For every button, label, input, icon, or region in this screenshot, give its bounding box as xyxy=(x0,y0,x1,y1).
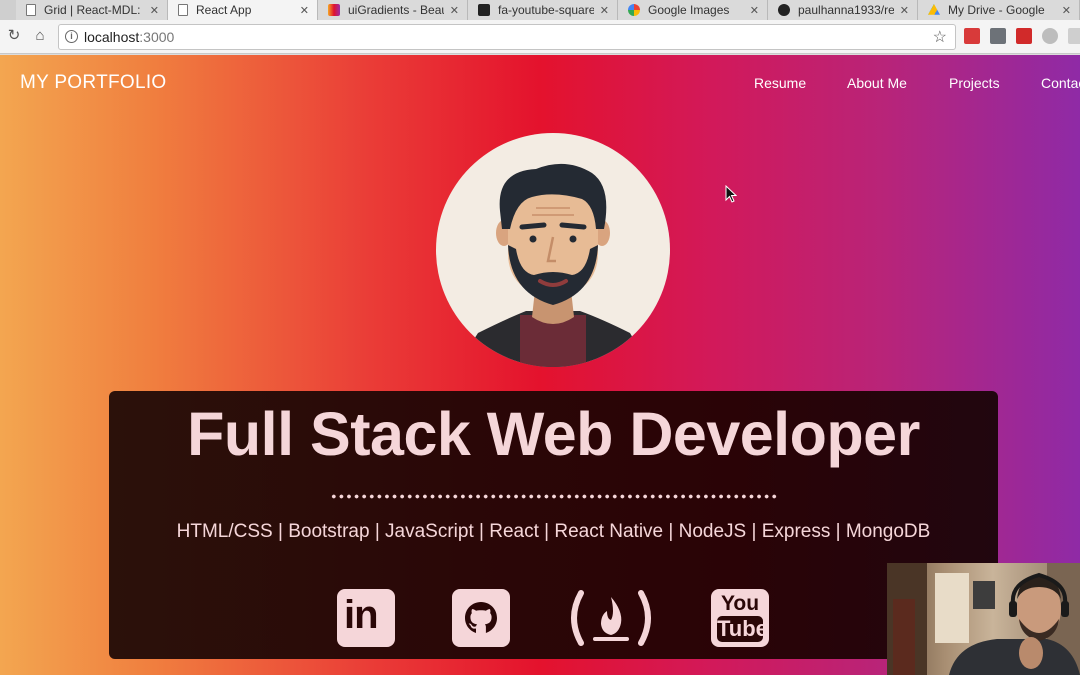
linkedin-icon: in xyxy=(337,589,395,647)
avatar xyxy=(436,133,670,367)
browser-tab-uigradients[interactable]: uiGradients - Beau ✕ xyxy=(318,0,468,20)
browser-tab-fa-youtube[interactable]: fa-youtube-square ✕ xyxy=(468,0,618,20)
tab-title: React App xyxy=(196,3,252,17)
reload-icon[interactable]: ↻ xyxy=(5,27,23,45)
browser-tab-strip: Grid | React-MDL: ✕ React App ✕ uiGradie… xyxy=(0,0,1080,20)
skills-list: HTML/CSS | Bootstrap | JavaScript | Reac… xyxy=(176,521,931,542)
close-tab-icon[interactable]: ✕ xyxy=(600,4,609,17)
tab-title: fa-youtube-square xyxy=(498,3,594,17)
browser-tab-my-drive[interactable]: My Drive - Google ✕ xyxy=(918,0,1080,20)
github-icon xyxy=(778,4,790,16)
tab-title: Google Images xyxy=(648,3,730,17)
drive-icon xyxy=(928,4,940,15)
extension-icon[interactable] xyxy=(1016,28,1032,44)
webcam-overlay xyxy=(887,563,1080,675)
document-icon xyxy=(178,4,188,16)
close-tab-icon[interactable]: ✕ xyxy=(150,4,159,17)
extension-icon[interactable] xyxy=(1068,28,1080,44)
tab-title: My Drive - Google xyxy=(948,3,1045,17)
freecodecamp-icon xyxy=(571,590,651,646)
browser-tab-github[interactable]: paulhanna1933/rea ✕ xyxy=(768,0,918,20)
gradient-icon xyxy=(328,4,340,16)
document-icon xyxy=(26,4,36,16)
tab-title: paulhanna1933/rea xyxy=(798,3,894,17)
avatar-illustration xyxy=(456,163,650,367)
site-info-icon[interactable]: i xyxy=(65,30,78,43)
bookmark-star-icon[interactable]: ☆ xyxy=(933,27,947,47)
close-tab-icon[interactable]: ✕ xyxy=(750,4,759,17)
linkedin-link[interactable]: in xyxy=(337,589,395,647)
github-icon xyxy=(452,589,510,647)
nav-link-resume[interactable]: Resume xyxy=(754,75,806,91)
tab-title: Grid | React-MDL: xyxy=(44,3,141,17)
extension-icon[interactable] xyxy=(990,28,1006,44)
browser-toolbar: ↻ ⌂ i localhost:3000 ☆ xyxy=(0,20,1080,54)
freecodecamp-link[interactable] xyxy=(565,589,657,647)
webcam-feed-image xyxy=(887,563,1080,675)
close-tab-icon[interactable]: ✕ xyxy=(450,4,459,17)
linkedin-icon-text: in xyxy=(344,593,379,637)
close-tab-icon[interactable]: ✕ xyxy=(1062,4,1071,17)
address-bar[interactable]: i localhost:3000 ☆ xyxy=(58,24,956,50)
youtube-link[interactable]: You Tube xyxy=(711,589,769,647)
youtube-icon: You Tube xyxy=(711,589,769,647)
google-icon xyxy=(628,4,640,16)
url-text: localhost:3000 xyxy=(84,29,175,45)
nav-link-about-me[interactable]: About Me xyxy=(847,75,907,91)
browser-tab-react-app[interactable]: React App ✕ xyxy=(168,0,318,20)
hero-headline: Full Stack Web Developer xyxy=(187,400,920,468)
browser-tab-grid-react-mdl[interactable]: Grid | React-MDL: ✕ xyxy=(16,0,168,20)
youtube-icon-text-top: You xyxy=(720,592,760,615)
cloud-extension-icon[interactable] xyxy=(1042,28,1058,44)
extension-icon[interactable] xyxy=(964,28,980,44)
browser-tab-google-images[interactable]: Google Images ✕ xyxy=(618,0,768,20)
nav-link-projects[interactable]: Projects xyxy=(949,75,1000,91)
youtube-square-icon xyxy=(478,4,490,16)
tab-title: uiGradients - Beau xyxy=(348,3,444,17)
mouse-cursor-icon xyxy=(725,185,737,203)
hero-banner: Full Stack Web Developer HTML/CSS | Boot… xyxy=(109,391,998,659)
github-link[interactable] xyxy=(452,589,510,647)
close-tab-icon[interactable]: ✕ xyxy=(900,4,909,17)
site-brand[interactable]: MY PORTFOLIO xyxy=(20,72,166,94)
dotted-divider xyxy=(330,494,777,499)
youtube-icon-text-bottom: Tube xyxy=(717,616,768,642)
home-icon[interactable]: ⌂ xyxy=(31,27,49,45)
nav-link-contact[interactable]: Contac xyxy=(1041,75,1080,91)
close-tab-icon[interactable]: ✕ xyxy=(300,4,309,17)
